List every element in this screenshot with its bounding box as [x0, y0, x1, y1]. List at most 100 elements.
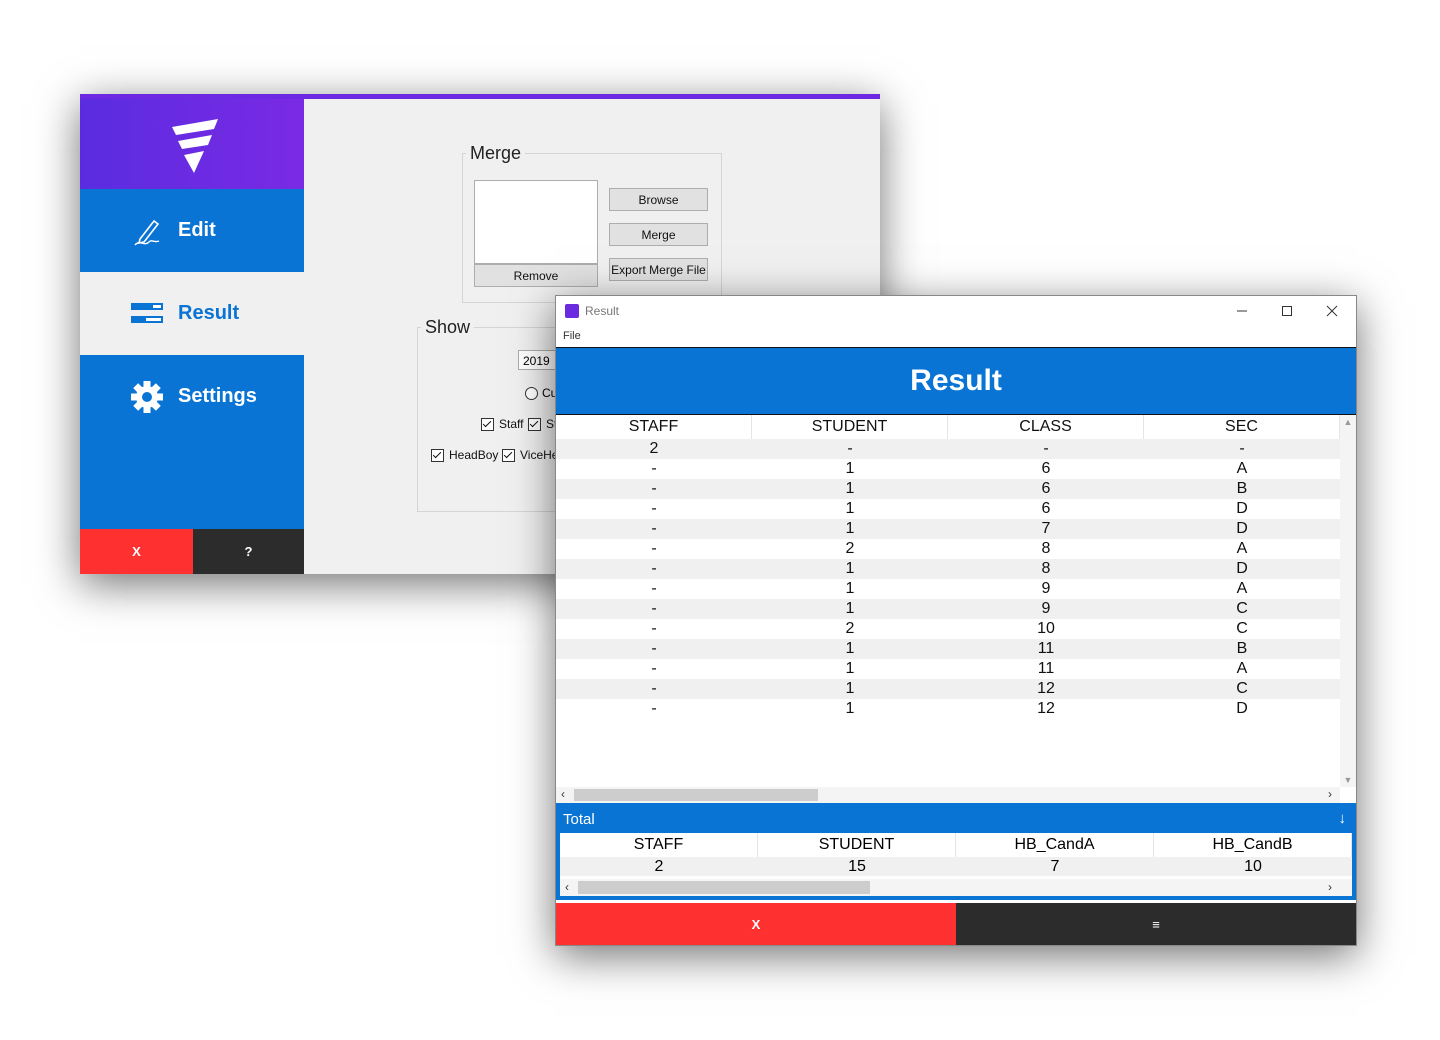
column-header[interactable]: STUDENT	[752, 415, 948, 439]
table-row[interactable]: -1 11 B	[556, 639, 1340, 659]
table-cell: 1	[845, 480, 855, 497]
table-cell: -	[651, 640, 657, 657]
scroll-down-icon[interactable]: ▼	[1340, 775, 1356, 785]
sidebar-item-settings[interactable]: Settings	[80, 355, 304, 438]
sidebar-item-label: Edit	[178, 219, 216, 241]
table-row[interactable]: - 1 8 D	[556, 559, 1340, 579]
sidebar-item-result[interactable]: Result	[80, 272, 304, 355]
maximize-icon	[1282, 306, 1292, 316]
table-cell: 1	[845, 500, 855, 517]
vertical-scrollbar[interactable]: ▲ ▼	[1340, 415, 1356, 787]
table-row[interactable]: - 1 12 D	[556, 699, 1340, 719]
table-cell: 9	[1041, 600, 1051, 617]
table-cell: -	[651, 620, 657, 637]
table-row[interactable]: - 1 7 D	[556, 519, 1340, 539]
browse-button[interactable]: Browse	[609, 188, 708, 211]
table-cell: D	[1236, 560, 1248, 577]
table-cell: 7	[1041, 520, 1051, 537]
checkbox-label: ViceHe	[520, 448, 559, 462]
scroll-thumb[interactable]	[578, 881, 870, 894]
table-cell: -	[651, 600, 657, 617]
table-row[interactable]: - 1 6 D	[556, 499, 1340, 519]
vicehead-checkbox[interactable]: ViceHe	[502, 448, 558, 462]
table-cell: -	[651, 500, 657, 517]
table-cell: 1	[845, 460, 855, 477]
table-row[interactable]: - 1 9 C	[556, 599, 1340, 619]
table-cell: 2	[845, 540, 855, 557]
table-cell: -	[651, 660, 657, 677]
table-cell: 2	[845, 620, 855, 637]
pencil-icon	[130, 214, 164, 248]
export-merge-file-button[interactable]: Export Merge File	[609, 258, 708, 281]
scroll-right-icon[interactable]: ›	[1328, 880, 1332, 894]
menu-file[interactable]: File	[563, 330, 581, 342]
menu-bar: File	[556, 326, 1356, 346]
scroll-left-icon[interactable]: ‹	[561, 787, 565, 801]
table-cell: 8	[1041, 560, 1051, 577]
total-panel: Total ↓ STAFF STUDENT HB_CandA HB_CandB …	[556, 803, 1356, 900]
column-header[interactable]: STUDENT	[758, 833, 956, 857]
table-row[interactable]: -1 11 A	[556, 659, 1340, 679]
close-button[interactable]: X	[556, 903, 956, 945]
checkbox-label: HeadBoy	[449, 448, 499, 462]
headboy-checkbox[interactable]: HeadBoy	[431, 448, 498, 462]
table-cell: -	[651, 540, 657, 557]
table-cell: 2	[654, 858, 664, 875]
table-row[interactable]: - 1 12 C	[556, 679, 1340, 699]
result-banner: Result	[556, 347, 1356, 415]
table-cell: -	[651, 480, 657, 497]
table-cell: 1	[845, 560, 855, 577]
staff-checkbox[interactable]: Staff	[481, 417, 523, 431]
student-checkbox[interactable]: St	[528, 417, 557, 431]
table-row[interactable]: - 2 8 A	[556, 539, 1340, 559]
merge-button[interactable]: Merge	[609, 223, 708, 246]
window-close-button[interactable]	[1310, 300, 1354, 322]
table-row[interactable]: - 1 9 A	[556, 579, 1340, 599]
column-header[interactable]: CLASS	[948, 415, 1144, 439]
column-header[interactable]: STAFF	[556, 415, 752, 439]
logo-icon	[172, 119, 218, 173]
table-cell: D	[1236, 700, 1248, 717]
table-cell: C	[1236, 620, 1248, 637]
table-cell: B	[1236, 480, 1248, 497]
show-option-radio[interactable]: Cu	[525, 386, 557, 400]
total-row[interactable]: 2 15 7 10	[560, 857, 1352, 876]
table-cell: -	[847, 440, 853, 457]
column-header[interactable]: SEC	[1144, 415, 1340, 439]
table-row[interactable]: 2 - - -	[556, 439, 1340, 459]
total-table[interactable]: STAFF STUDENT HB_CandA HB_CandB 2 15 7 1…	[560, 833, 1352, 896]
scroll-left-icon[interactable]: ‹	[565, 880, 569, 894]
table-row[interactable]: - 2 10 C	[556, 619, 1340, 639]
close-icon	[1326, 305, 1338, 317]
horizontal-scrollbar[interactable]: ‹ ›	[556, 787, 1340, 803]
column-header[interactable]: STAFF	[560, 833, 758, 857]
close-button[interactable]: X	[80, 529, 193, 574]
arrow-down-icon[interactable]: ↓	[1339, 810, 1347, 827]
remove-button[interactable]: Remove	[474, 264, 598, 287]
scroll-right-icon[interactable]: ›	[1328, 787, 1332, 801]
help-button[interactable]: ?	[193, 529, 304, 574]
table-row[interactable]: - 1 6 B	[556, 479, 1340, 499]
year-select[interactable]: 2019	[518, 350, 558, 370]
scroll-up-icon[interactable]: ▲	[1340, 417, 1356, 427]
merge-file-list[interactable]	[474, 180, 598, 264]
table-cell: 1	[845, 640, 855, 657]
table-cell: 10	[1037, 620, 1055, 637]
sidebar-item-edit[interactable]: Edit	[80, 189, 304, 272]
maximize-button[interactable]	[1265, 300, 1309, 322]
table-cell: 12	[1037, 700, 1055, 717]
table-body: 2 - - - - 1 6 A - 1 6 B - 1 6 D - 1 7 D - 2 8 A - 1 8 D - 1 9 A - 1 9 C - 2 10…	[556, 439, 1340, 719]
total-horizontal-scrollbar[interactable]: ‹ ›	[560, 879, 1352, 896]
result-table[interactable]: STAFF STUDENT CLASS SEC 2 - - - - 1 6 A - 1 6 B - 1 6 D…	[556, 415, 1340, 719]
table-cell: 2	[649, 440, 659, 457]
table-cell: A	[1236, 660, 1248, 677]
table-row[interactable]: - 1 6 A	[556, 459, 1340, 479]
table-cell: 6	[1041, 480, 1051, 497]
scroll-thumb[interactable]	[574, 789, 818, 801]
table-cell: A	[1236, 580, 1248, 597]
minimize-button[interactable]	[1220, 300, 1264, 322]
checkbox-box	[431, 448, 444, 462]
menu-button[interactable]: ≡	[956, 903, 1356, 945]
column-header[interactable]: HB_CandA	[956, 833, 1154, 857]
column-header[interactable]: HB_CandB	[1154, 833, 1352, 857]
